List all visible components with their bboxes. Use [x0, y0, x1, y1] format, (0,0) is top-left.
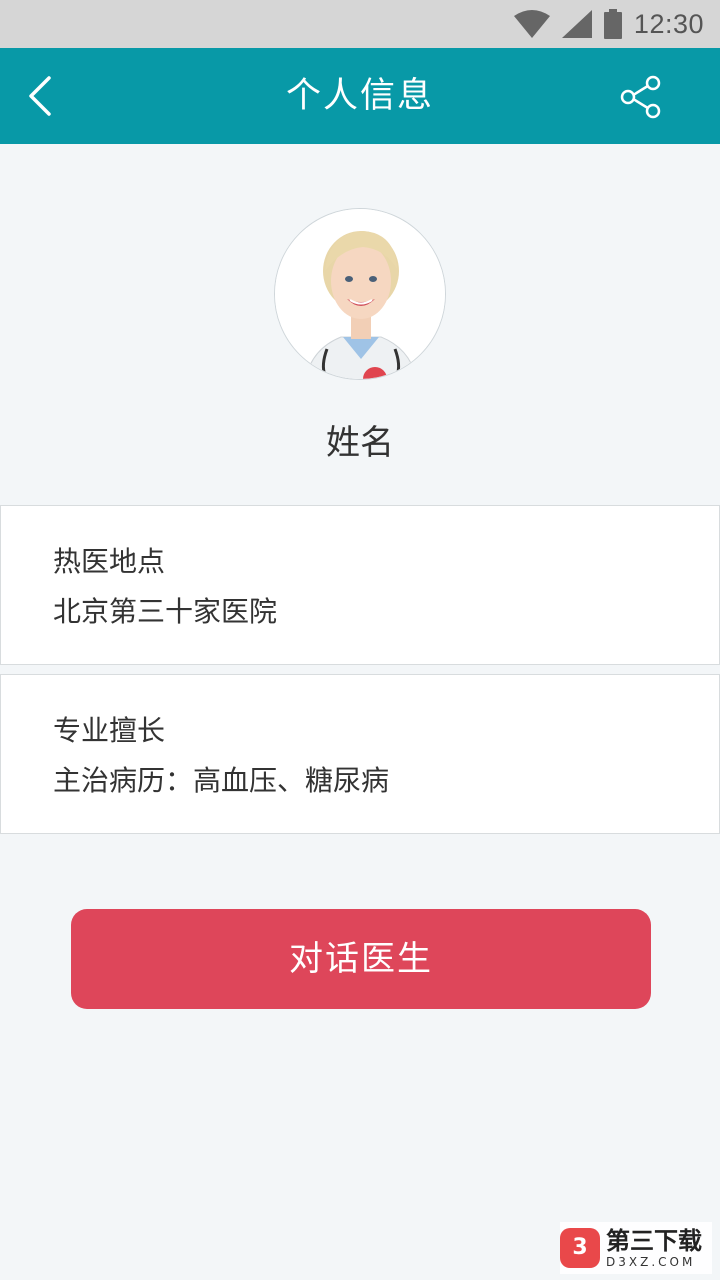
watermark-title: 第三下载 — [606, 1227, 702, 1255]
location-label: 热医地点 — [53, 545, 166, 578]
page-title: 个人信息 — [285, 76, 434, 116]
specialty-card: 专业擅长 主治病历：高血压、糖尿病 — [0, 674, 720, 834]
watermark-logo: 3 第三下载 D3XZ.COM — [560, 1222, 712, 1274]
location-card: 热医地点 北京第三十家医院 — [0, 505, 720, 665]
doctor-avatar — [274, 208, 446, 380]
cellular-signal-icon — [561, 10, 592, 38]
status-icons: 12:30 — [513, 0, 704, 48]
specialty-value: 主治病历：高血压、糖尿病 — [53, 764, 390, 797]
location-value: 北京第三十家医院 — [53, 595, 278, 628]
chat-doctor-button[interactable]: 对话医生 — [71, 909, 651, 1009]
battery-icon — [603, 9, 622, 39]
watermark-subtitle: D3XZ.COM — [606, 1255, 696, 1269]
doctor-portrait-image — [275, 209, 445, 379]
status-time: 12:30 — [633, 8, 704, 39]
watermark-logo-icon: 3 — [560, 1228, 600, 1268]
navigation-bar: 个人信息 — [0, 48, 720, 144]
share-icon — [620, 75, 661, 119]
watermark-text: 第三下载 D3XZ.COM — [606, 1227, 702, 1269]
specialty-label: 专业擅长 — [53, 714, 166, 747]
doctor-name: 姓名 — [326, 423, 394, 463]
share-button[interactable] — [618, 74, 664, 120]
wifi-icon — [513, 10, 550, 38]
status-bar: 12:30 — [0, 0, 720, 48]
